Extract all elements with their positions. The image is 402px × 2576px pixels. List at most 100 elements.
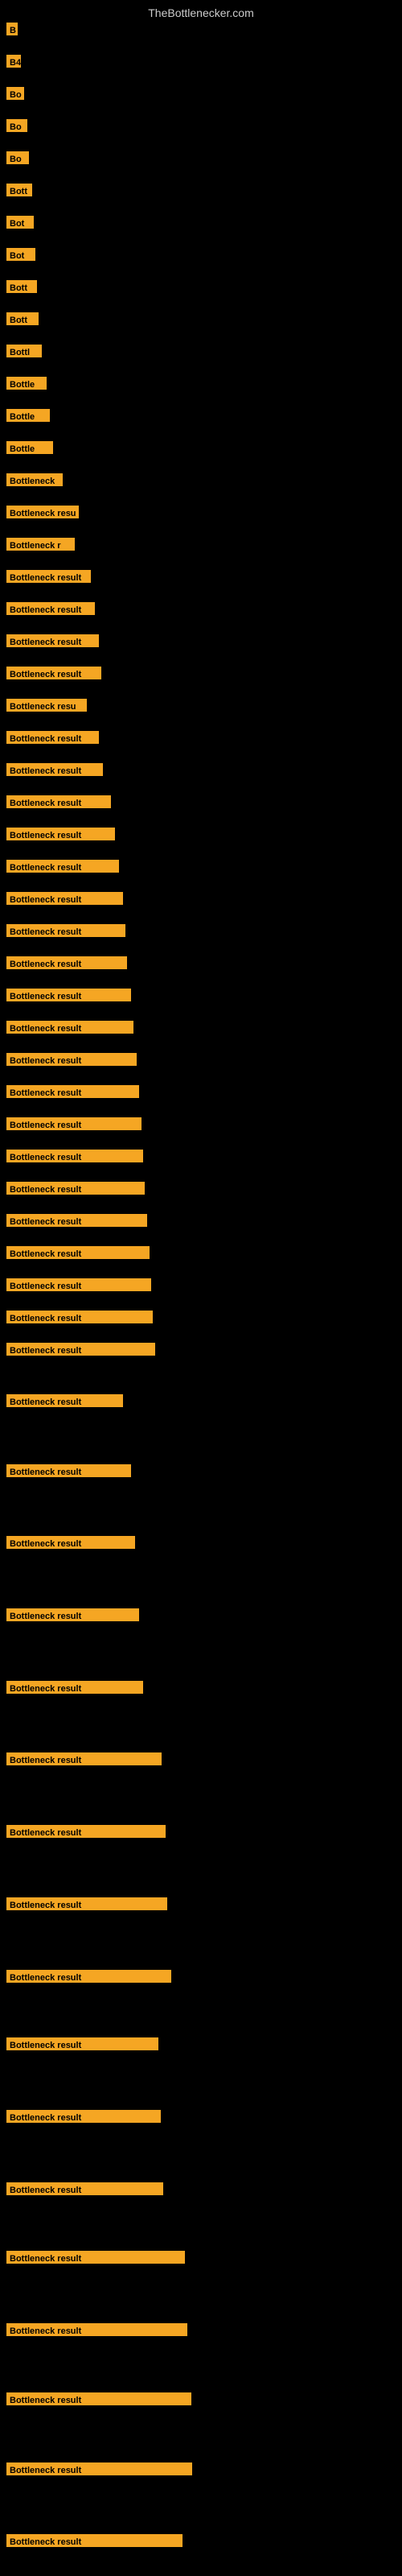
bar-label: Bottle [6, 409, 50, 422]
bar-label: Bottleneck result [6, 2251, 185, 2264]
bar-label: Bottleneck result [6, 667, 101, 679]
bar-label: Bo [6, 87, 24, 100]
bar-item: Bottleneck result [6, 989, 131, 1005]
bar-label: Bott [6, 280, 37, 293]
bar-item: Bottleneck result [6, 2392, 191, 2409]
bar-label: Bottleneck resu [6, 506, 79, 518]
bar-item: Bot [6, 216, 34, 233]
bar-label: Bottleneck result [6, 828, 115, 840]
bar-item: Bottleneck r [6, 538, 75, 555]
bar-item: Bottleneck result [6, 763, 103, 780]
bar-label: Bottleneck result [6, 1681, 143, 1694]
bar-label: Bottleneck result [6, 1536, 135, 1549]
bar-item: B [6, 23, 18, 39]
bar-item: Bottleneck result [6, 860, 119, 877]
bar-item: Bottle [6, 409, 50, 426]
bar-label: Bottleneck result [6, 1021, 133, 1034]
bar-item: Bottleneck result [6, 1311, 153, 1327]
bar-label: Bottleneck result [6, 1825, 166, 1838]
bar-item: Bottleneck result [6, 1464, 131, 1481]
bar-label: B [6, 23, 18, 35]
bar-label: Bottleneck result [6, 2037, 158, 2050]
bar-item: Bottleneck result [6, 1343, 155, 1360]
bar-label: Bottleneck result [6, 602, 95, 615]
bar-item: Bott [6, 184, 32, 200]
bar-item: Bottleneck result [6, 1608, 139, 1625]
bar-label: Bott [6, 312, 39, 325]
bar-item: Bottleneck result [6, 795, 111, 812]
bar-item: Bottleneck result [6, 1970, 171, 1987]
bar-label: Bottleneck result [6, 1752, 162, 1765]
bar-label: Bottleneck result [6, 1970, 171, 1983]
bar-label: Bottleneck result [6, 1311, 153, 1323]
bar-label: Bottleneck result [6, 795, 111, 808]
bar-label: Bottleneck result [6, 1085, 139, 1098]
bar-item: Bo [6, 119, 27, 136]
bar-label: Bottleneck result [6, 1897, 167, 1910]
bar-item: Bottleneck result [6, 1897, 167, 1914]
bar-label: Bo [6, 119, 27, 132]
bar-item: Bottleneck result [6, 828, 115, 844]
bar-item: Bottleneck result [6, 2462, 192, 2479]
bar-label: Bottleneck result [6, 2534, 183, 2547]
bar-label: Bottleneck result [6, 860, 119, 873]
bar-item: Bottleneck result [6, 1150, 143, 1166]
bar-item: Bottleneck resu [6, 506, 79, 522]
bar-label: Bottleneck result [6, 1394, 123, 1407]
bar-item: Bott [6, 280, 37, 297]
bar-item: Bottleneck result [6, 1214, 147, 1231]
bar-label: Bot [6, 248, 35, 261]
bar-item: Bottleneck result [6, 956, 127, 973]
bar-label: Bottleneck result [6, 1464, 131, 1477]
bar-label: Bottleneck result [6, 2110, 161, 2123]
bar-item: Bo [6, 151, 29, 168]
bar-label: Bottleneck result [6, 1182, 145, 1195]
bar-item: Bottleneck result [6, 1085, 139, 1102]
bar-label: Bottleneck result [6, 1343, 155, 1356]
bar-label: Bo [6, 151, 29, 164]
bar-item: Bottleneck result [6, 2534, 183, 2551]
bar-label: Bottleneck result [6, 1214, 147, 1227]
bar-item: B4 [6, 55, 21, 72]
bar-label: Bottleneck result [6, 731, 99, 744]
bar-label: Bottleneck [6, 473, 63, 486]
bar-label: Bottleneck result [6, 924, 125, 937]
bar-item: Bottleneck result [6, 2182, 163, 2199]
bar-label: Bottleneck result [6, 989, 131, 1001]
bar-item: Bo [6, 87, 24, 104]
bar-item: Bottleneck [6, 473, 63, 490]
bar-item: Bottleneck result [6, 1021, 133, 1038]
bar-item: Bottleneck result [6, 2323, 187, 2340]
bar-label: Bottleneck result [6, 2182, 163, 2195]
bar-item: Bottleneck result [6, 2110, 161, 2127]
bar-label: Bottleneck result [6, 1053, 137, 1066]
bar-item: Bottleneck result [6, 634, 99, 651]
bar-item: Bottleneck result [6, 667, 101, 683]
bar-label: Bottleneck r [6, 538, 75, 551]
bar-item: Bottleneck result [6, 731, 99, 748]
bar-item: Bot [6, 248, 35, 265]
bar-item: Bottleneck result [6, 1536, 135, 1553]
bar-label: Bottleneck result [6, 2323, 187, 2336]
bar-label: Bottleneck result [6, 1117, 142, 1130]
bar-label: Bottleneck result [6, 1608, 139, 1621]
bar-item: Bottleneck result [6, 1053, 137, 1070]
bar-item: Bottleneck result [6, 1681, 143, 1698]
bar-item: Bottleneck result [6, 924, 125, 941]
site-title: TheBottlenecker.com [0, 0, 402, 23]
bar-label: Bottleneck result [6, 2462, 192, 2475]
bar-label: B4 [6, 55, 21, 68]
bar-item: Bottl [6, 345, 42, 361]
bar-label: Bot [6, 216, 34, 229]
bar-item: Bottle [6, 377, 47, 394]
bar-item: Bottleneck result [6, 1278, 151, 1295]
bar-item: Bottleneck result [6, 2251, 185, 2268]
bar-label: Bottleneck result [6, 2392, 191, 2405]
bar-label: Bottleneck result [6, 1278, 151, 1291]
bar-label: Bottleneck result [6, 634, 99, 647]
bar-item: Bottleneck result [6, 1752, 162, 1769]
bar-label: Bott [6, 184, 32, 196]
bar-label: Bottleneck resu [6, 699, 87, 712]
bar-label: Bottl [6, 345, 42, 357]
bar-item: Bottle [6, 441, 53, 458]
